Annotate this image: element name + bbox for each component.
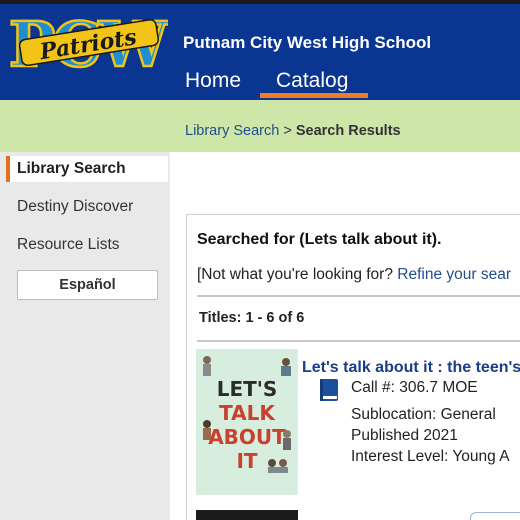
breadcrumb-separator: > [279,123,296,139]
sidebar-item-destiny-discover[interactable]: Destiny Discover [17,198,133,216]
divider [197,295,520,297]
call-number: Call #: 306.7 MOE [351,379,478,396]
not-looking-prefix: [Not what you're looking for? [197,266,398,283]
cover-figure-icon [203,356,211,376]
cover-figure-icon [281,358,291,376]
nav-active-indicator [260,93,368,98]
divider [197,340,520,342]
cover-title-line: TALK [219,401,275,425]
item-action-button[interactable] [470,512,520,520]
school-name: Putnam City West High School [183,33,432,52]
sidebar-item-resource-lists[interactable]: Resource Lists [17,236,120,254]
sublocation: Sublocation: General [351,406,496,423]
book-icon [320,379,338,401]
interest-level: Interest Level: Young A [351,448,510,465]
cover-figure-icon [203,420,211,440]
nav-catalog[interactable]: Catalog [276,69,348,93]
breadcrumb: Library Search > Search Results [185,123,401,139]
language-espanol-button[interactable]: Español [17,270,158,300]
cover-title-line: LET'S [216,377,278,401]
cover-figure-icon [283,430,291,450]
cover-figure-icon [268,459,288,473]
cover-title-line: ABOUT [208,425,286,449]
published-date: Published 2021 [351,427,458,444]
book-cover-image[interactable] [196,510,298,520]
nav-home[interactable]: Home [185,69,241,93]
breadcrumb-current: Search Results [295,123,401,139]
not-looking-text: [Not what you're looking for? Refine you… [197,266,511,284]
school-logo[interactable]: PCW Patriots [6,6,168,78]
result-title-link[interactable]: Let's talk about it : the teen's [302,359,520,377]
book-cover-image[interactable]: LET'S TALK ABOUT IT [196,349,298,495]
refine-search-link[interactable]: Refine your sear [397,266,511,283]
breadcrumb-library-search-link[interactable]: Library Search [185,123,279,139]
sidebar-item-label[interactable]: Library Search [17,160,126,178]
titles-count: Titles: 1 - 6 of 6 [199,310,305,326]
searched-for-heading: Searched for (Lets talk about it). [197,231,442,248]
